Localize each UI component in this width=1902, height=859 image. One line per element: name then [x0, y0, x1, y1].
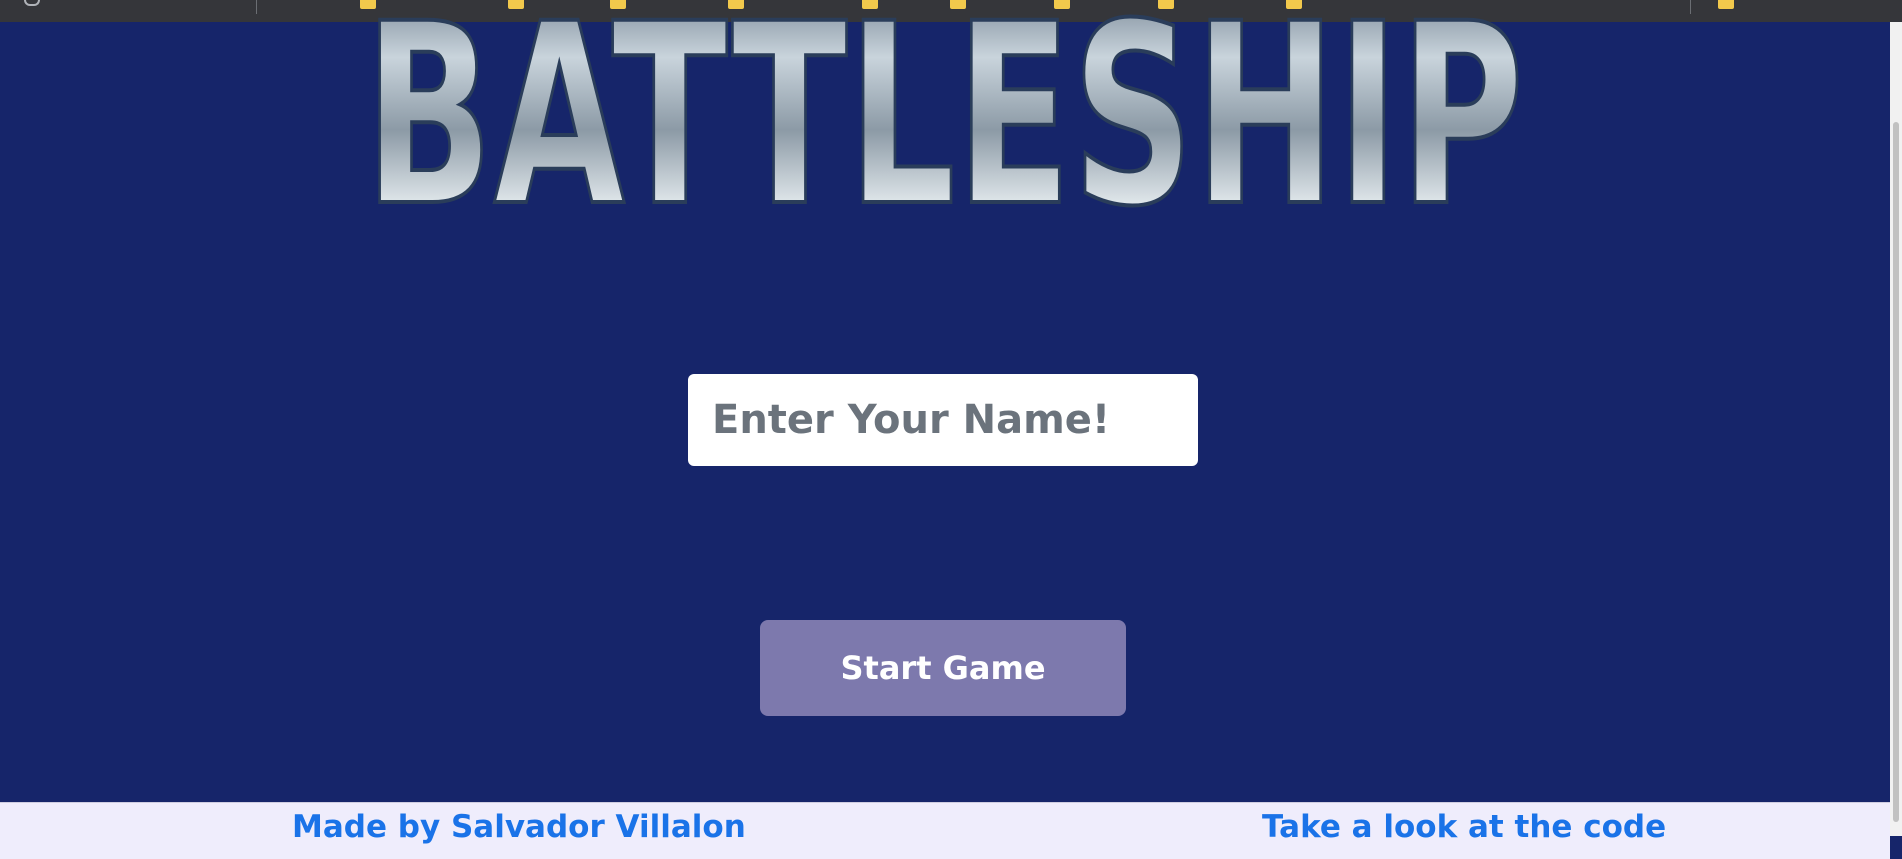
footer: Made by Salvador Villalon Take a look at… [0, 802, 1890, 859]
bookmark-folder-icon[interactable] [1286, 0, 1302, 9]
bookmark-folder-icon[interactable] [360, 0, 376, 9]
battleship-logo: BATTLESHIP [362, 12, 1526, 222]
browser-menu-icon[interactable] [24, 0, 40, 6]
source-code-link[interactable]: Take a look at the code [1262, 809, 1666, 845]
author-credit-link[interactable]: Made by Salvador Villalon [292, 809, 746, 845]
player-name-input[interactable] [688, 374, 1198, 466]
bookmark-folder-icon[interactable] [1718, 0, 1734, 9]
bookmark-folder-icon[interactable] [610, 0, 626, 9]
page-content: BATTLESHIP Start Game Made by Salvador V… [0, 12, 1890, 859]
bookmarks-divider [1690, 0, 1691, 14]
page-scrollbar[interactable] [1890, 22, 1902, 836]
bookmark-folder-icon[interactable] [1054, 0, 1070, 9]
bookmark-folder-icon[interactable] [1158, 0, 1174, 9]
bookmark-folder-icon[interactable] [508, 0, 524, 9]
bookmark-folder-icon[interactable] [862, 0, 878, 9]
battleship-logo-text: BATTLESHIP [364, 12, 1524, 222]
scrollbar-thumb[interactable] [1893, 122, 1899, 822]
bookmark-folder-icon[interactable] [950, 0, 966, 9]
bookmark-folder-icon[interactable] [728, 0, 744, 9]
start-game-button[interactable]: Start Game [760, 620, 1126, 716]
bookmarks-divider [256, 0, 257, 14]
